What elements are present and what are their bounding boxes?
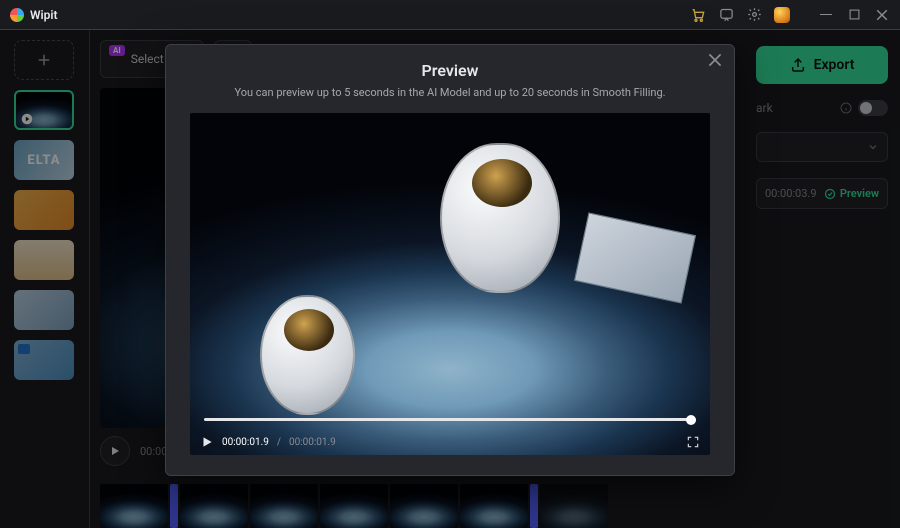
astronaut-small <box>260 295 355 415</box>
astronaut-large <box>440 143 560 293</box>
modal-title: Preview <box>190 61 710 80</box>
video-current-time: 00:00:01.9 <box>222 437 269 448</box>
app-logo-icon <box>10 8 24 22</box>
time-separator: / <box>277 437 281 448</box>
cart-icon[interactable] <box>690 7 706 23</box>
modal-overlay[interactable]: Preview You can preview up to 5 seconds … <box>0 30 900 528</box>
video-play-button[interactable] <box>200 435 214 449</box>
preview-modal: Preview You can preview up to 5 seconds … <box>165 44 735 476</box>
product-name: Wipit <box>30 8 58 22</box>
video-progress-bar[interactable] <box>204 418 696 421</box>
close-button[interactable] <box>874 7 890 23</box>
video-controls: 00:00:01.9 / 00:00:01.9 <box>200 435 700 449</box>
satellite-panel <box>574 212 696 303</box>
maximize-button[interactable] <box>846 7 862 23</box>
window-controls <box>818 7 890 23</box>
modal-close-button[interactable] <box>708 53 724 69</box>
titlebar-actions <box>690 7 890 23</box>
minimize-button[interactable] <box>818 7 834 23</box>
gem-icon[interactable] <box>774 7 790 23</box>
modal-subtitle: You can preview up to 5 seconds in the A… <box>190 86 710 99</box>
modal-video[interactable]: 00:00:01.9 / 00:00:01.9 <box>190 113 710 455</box>
video-progress-knob[interactable] <box>686 415 696 425</box>
fullscreen-button[interactable] <box>686 435 700 449</box>
gear-icon[interactable] <box>746 7 762 23</box>
chat-icon[interactable] <box>718 7 734 23</box>
video-total-time: 00:00:01.9 <box>289 437 336 448</box>
title-bar: Wipit <box>0 0 900 30</box>
